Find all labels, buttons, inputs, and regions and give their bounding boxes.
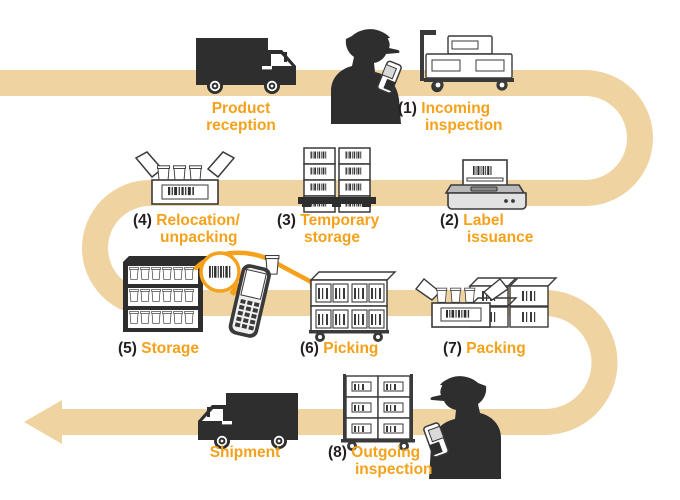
- label-packing: (7) Packing: [443, 340, 563, 357]
- label-incoming-inspection: (1) Incoming inspection: [398, 100, 548, 135]
- step-number-5: (5): [118, 340, 137, 357]
- label-storage: (5) Storage: [118, 340, 238, 357]
- label-picking: (6) Picking: [300, 340, 420, 357]
- label-temporary-storage-line2: storage: [304, 229, 360, 247]
- diagram-canvas: Product reception (1) Incoming inspectio…: [0, 0, 680, 500]
- label-incoming-inspection-line2: inspection: [425, 117, 503, 135]
- label-packing-text: Packing: [466, 340, 526, 357]
- step-number-6: (6): [300, 340, 319, 357]
- label-product-reception-line1: Product: [211, 100, 271, 117]
- label-product-reception: Product reception: [181, 100, 301, 135]
- step-number-8: (8): [328, 444, 347, 461]
- label-outgoing-inspection: (8) Outgoing inspection: [328, 444, 488, 479]
- label-incoming-inspection-line1: Incoming: [421, 100, 491, 117]
- label-storage-text: Storage: [141, 340, 199, 357]
- step-number-2: (2): [440, 212, 459, 229]
- label-label-issuance: (2) Label issuance: [440, 212, 570, 247]
- step-number-4: (4): [133, 212, 152, 229]
- step-number-7: (7): [443, 340, 462, 357]
- label-temporary-storage: (3) Temporary storage: [277, 212, 427, 247]
- label-label-issuance-line1: Label: [463, 212, 504, 229]
- label-outgoing-inspection-line2: inspection: [355, 461, 433, 479]
- label-label-issuance-line2: issuance: [467, 229, 534, 247]
- label-relocation-unpacking-line2: unpacking: [160, 229, 238, 247]
- label-outgoing-inspection-line1: Outgoing: [351, 444, 421, 461]
- label-shipment-text: Shipment: [209, 444, 281, 461]
- label-shipment: Shipment: [185, 444, 305, 461]
- label-layer: Product reception (1) Incoming inspectio…: [0, 0, 680, 500]
- label-relocation-unpacking: (4) Relocation/ unpacking: [133, 212, 293, 247]
- label-relocation-unpacking-line1: Relocation/: [156, 212, 240, 229]
- label-temporary-storage-line1: Temporary: [300, 212, 380, 229]
- step-number-1: (1): [398, 100, 417, 117]
- label-product-reception-line2: reception: [206, 117, 276, 135]
- label-picking-text: Picking: [323, 340, 379, 357]
